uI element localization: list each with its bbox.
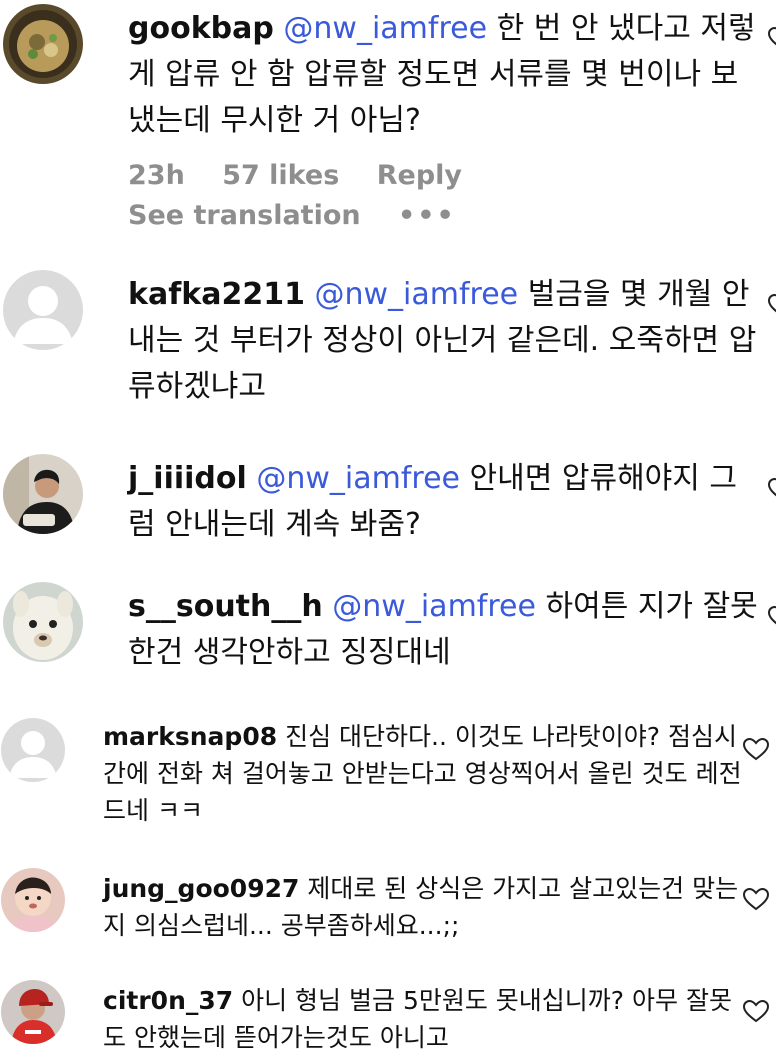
comment-time: 23h	[128, 160, 185, 191]
comment-meta-2: See translation •••	[128, 200, 484, 231]
baseball-player-avatar	[1, 980, 65, 1044]
comment-username[interactable]: kafka2211	[128, 277, 305, 312]
default-avatar-icon	[3, 270, 83, 350]
default-avatar-icon	[1, 718, 65, 782]
comment-username[interactable]: j_iiiidol	[128, 461, 247, 496]
person-photo-avatar	[3, 454, 83, 534]
heart-outline-icon[interactable]	[743, 998, 769, 1024]
avatar[interactable]	[3, 270, 83, 350]
reply-button[interactable]: Reply	[377, 160, 462, 191]
avatar[interactable]	[3, 582, 83, 662]
comment-text: j_iiiidol @nw_iamfree 안내면 압류해야지 그럼 안내는데 …	[128, 456, 758, 548]
avatar[interactable]	[3, 4, 83, 84]
see-translation-link[interactable]: See translation	[128, 200, 361, 231]
comment-text: citr0n_37 아니 형님 벌금 5만원도 못내십니까? 아무 잘못도 안했…	[103, 982, 743, 1056]
ellipsis-icon[interactable]: •••	[398, 200, 456, 231]
comment-text: gookbap @nw_iamfree 한 번 안 냈다고 저렇게 압류 안 함…	[128, 6, 758, 144]
comment-text: s__south__h @nw_iamfree 하여튼 지가 잘못한건 생각안하…	[128, 584, 758, 676]
baby-photo-avatar	[1, 868, 65, 932]
heart-outline-icon[interactable]	[768, 294, 776, 316]
comment-username[interactable]: jung_goo0927	[103, 874, 299, 903]
comment-likes[interactable]: 57 likes	[222, 160, 339, 191]
heart-outline-icon[interactable]	[768, 27, 776, 49]
comment-username[interactable]: gookbap	[128, 11, 274, 46]
avatar[interactable]	[1, 980, 65, 1044]
heart-outline-icon[interactable]	[768, 606, 776, 628]
comment-username[interactable]: citr0n_37	[103, 986, 233, 1015]
comment-text: jung_goo0927 제대로 된 상식은 가지고 살고있는건 맞는지 의심스…	[103, 870, 743, 944]
alpaca-avatar-image	[3, 582, 83, 662]
comment-mention[interactable]: @nw_iamfree	[332, 589, 536, 624]
comment-text: kafka2211 @nw_iamfree 벌금을 몇 개월 안 내는 것 부터…	[128, 272, 758, 410]
heart-outline-icon[interactable]	[743, 736, 769, 762]
comment-mention[interactable]: @nw_iamfree	[315, 277, 519, 312]
comment-mention[interactable]: @nw_iamfree	[256, 461, 460, 496]
avatar[interactable]	[1, 868, 65, 932]
avatar[interactable]	[3, 454, 83, 534]
heart-outline-icon[interactable]	[768, 478, 776, 500]
avatar[interactable]	[1, 718, 65, 782]
comment-text: marksnap08 진심 대단하다.. 이것도 나라탓이야? 점심시간에 전화…	[103, 718, 743, 829]
comment-meta: 23h 57 likes Reply	[128, 160, 490, 191]
food-avatar-image	[3, 4, 83, 84]
heart-outline-icon[interactable]	[743, 886, 769, 912]
comment-username[interactable]: marksnap08	[103, 722, 277, 751]
comment-username[interactable]: s__south__h	[128, 589, 323, 624]
comment-mention[interactable]: @nw_iamfree	[283, 11, 487, 46]
